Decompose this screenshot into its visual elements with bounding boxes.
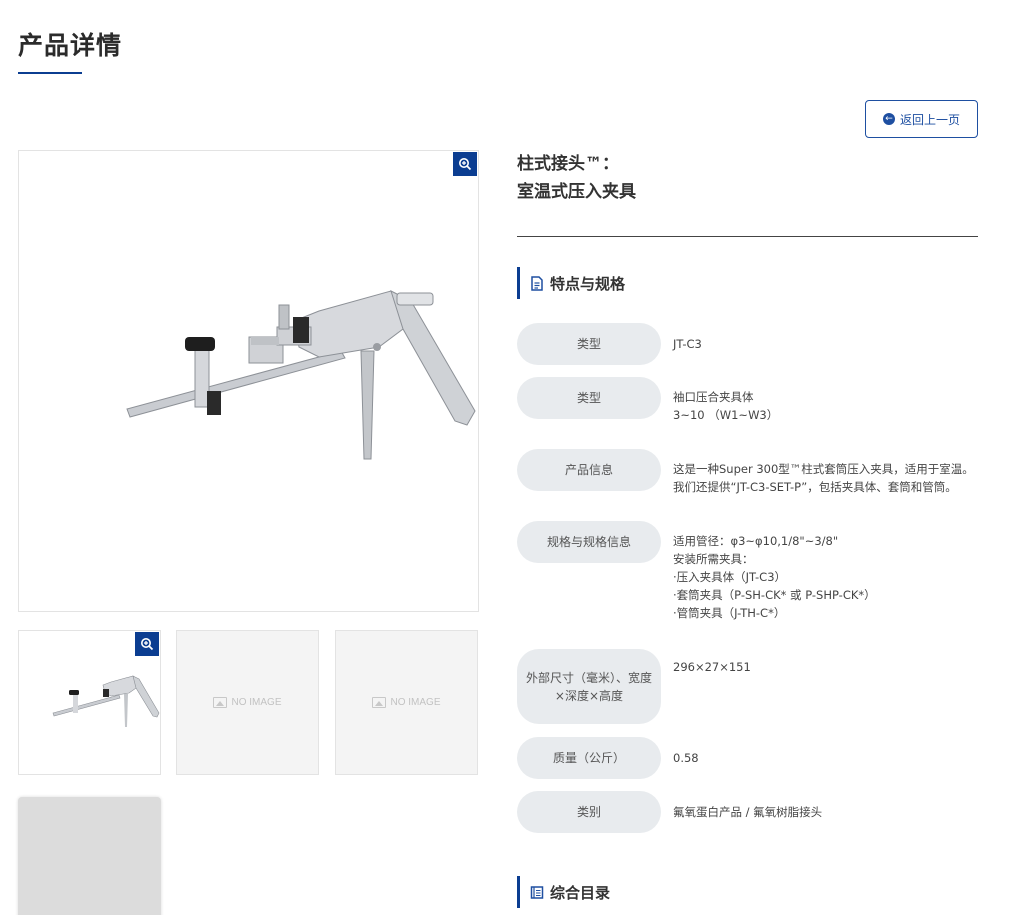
spec-label: 产品信息	[517, 449, 661, 491]
thumbnail-zoom-button[interactable]	[135, 632, 159, 656]
thumbnail-2[interactable]: NO IMAGE	[176, 630, 319, 775]
spec-label: 质量（公斤）	[517, 737, 661, 779]
product-title-line1: 柱式接头™：	[517, 154, 619, 174]
title-underline	[18, 72, 82, 74]
no-image-text: NO IMAGE	[231, 697, 282, 708]
spec-label: 类型	[517, 377, 661, 419]
spec-value: 0.58	[673, 751, 699, 765]
zoom-in-icon	[141, 638, 154, 651]
zoom-button[interactable]	[453, 152, 477, 176]
section-catalog-title: 综合目录	[550, 883, 611, 902]
spec-value: 296×27×151	[673, 660, 751, 674]
back-arrow-icon: ←	[882, 113, 895, 125]
spec-label: 规格与规格信息	[517, 521, 661, 563]
spec-value: 这是一种Super 300型™柱式套筒压入夹具，适用于室温。 我们还提供“JT-…	[673, 462, 974, 494]
spec-label: 外部尺寸（毫米）、宽度 ×深度×高度	[517, 649, 661, 724]
spec-value: 氟氧蛋白产品 / 氟氧树脂接头	[673, 805, 823, 819]
zoom-in-icon	[459, 158, 472, 171]
press-tool-image	[126, 290, 476, 460]
thumbnail-3[interactable]: NO IMAGE	[335, 630, 478, 775]
section-specs-title: 特点与规格	[550, 274, 626, 293]
no-image-icon	[372, 697, 387, 708]
catalog-book-icon	[530, 885, 544, 899]
no-image-icon	[213, 697, 228, 708]
section-heading-catalog: 综合目录	[517, 876, 610, 908]
product-title-line2: 室温式压入夹具	[517, 182, 636, 202]
page-title: 产品详情	[18, 31, 123, 60]
document-icon	[531, 275, 543, 291]
back-button-label: 返回上一页	[899, 112, 960, 127]
spec-label: 类型	[517, 323, 661, 365]
back-button[interactable]: ← 返回上一页	[865, 100, 978, 138]
spec-value: 适用管径：φ3~φ10,1/8"~3/8" 安装所需夹具： ·压入夹具体（JT-…	[673, 534, 876, 620]
spec-label: 类别	[517, 791, 661, 833]
thumbnail-1[interactable]	[18, 630, 161, 775]
no-image-text: NO IMAGE	[390, 697, 441, 708]
thumbnail-4[interactable]	[18, 797, 161, 915]
product-title: 柱式接头™： 室温式压入夹具	[517, 150, 636, 206]
spec-value: 袖口压合夹具体 3~10 （W1~W3）	[673, 390, 779, 422]
section-heading-specs: 特点与规格	[517, 267, 625, 299]
title-divider	[517, 236, 978, 237]
spec-value: JT-C3	[673, 337, 702, 351]
main-product-image[interactable]	[18, 150, 479, 612]
